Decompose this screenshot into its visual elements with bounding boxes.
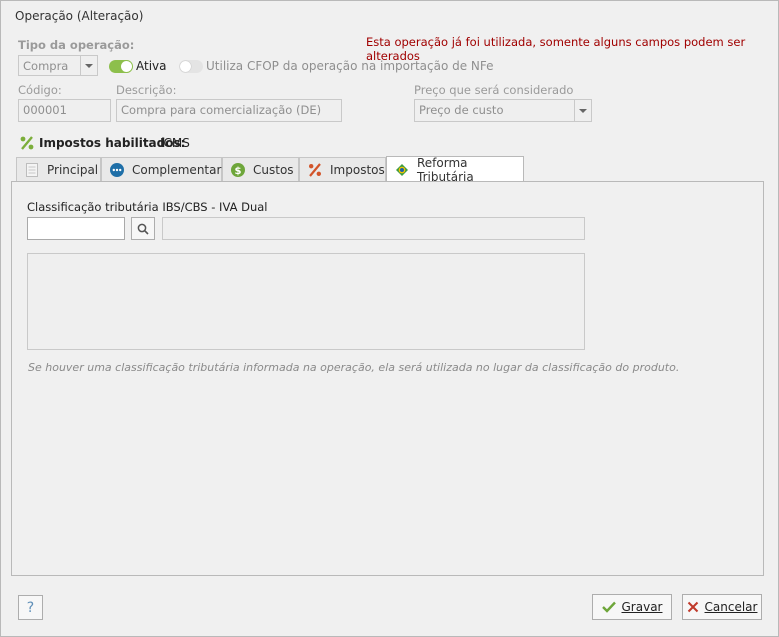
more-icon: [110, 162, 124, 177]
help-button[interactable]: ?: [18, 595, 43, 620]
chevron-down-icon[interactable]: [80, 56, 97, 75]
codigo-value: 000001: [23, 103, 67, 117]
tab-complementar[interactable]: Complementar: [101, 157, 222, 181]
chevron-down-icon[interactable]: [574, 100, 591, 121]
tab-complementar-label: Complementar: [132, 162, 222, 177]
ativa-label: Ativa: [136, 59, 167, 73]
codigo-field[interactable]: 000001: [18, 99, 111, 122]
descricao-value: Compra para comercialização (DE): [121, 103, 322, 117]
preco-label: Preço que será considerado: [414, 83, 574, 97]
tab-impostos[interactable]: Impostos: [299, 157, 386, 181]
document-icon: [25, 162, 39, 177]
tab-impostos-label: Impostos: [330, 162, 385, 177]
save-button[interactable]: Gravar: [592, 594, 672, 620]
cancel-label: Cancelar: [704, 600, 758, 614]
cfop-label: Utiliza CFOP da operação na importação d…: [206, 59, 494, 73]
help-label: ?: [26, 599, 35, 616]
window-title: Operação (Alteração): [15, 9, 144, 23]
ativa-toggle[interactable]: [109, 60, 133, 73]
percent-icon: [308, 162, 322, 177]
check-icon: [601, 601, 616, 613]
save-label: Gravar: [621, 600, 663, 614]
percent-icon: [19, 135, 35, 151]
descricao-field[interactable]: Compra para comercialização (DE): [116, 99, 342, 122]
tab-reforma-tributaria[interactable]: Reforma Tributária: [386, 155, 524, 184]
tab-custos[interactable]: $ Custos: [222, 157, 299, 181]
search-icon: [137, 223, 149, 235]
cancel-button[interactable]: Cancelar: [682, 594, 762, 620]
tab-custos-label: Custos: [253, 162, 294, 177]
codigo-label: Código:: [18, 83, 62, 97]
tipo-value: Compra: [23, 59, 69, 73]
search-button[interactable]: [131, 217, 155, 240]
svg-text:$: $: [235, 166, 242, 177]
classificacao-details-memo[interactable]: [27, 253, 585, 350]
preco-value: Preço de custo: [419, 103, 504, 117]
tab-principal-label: Principal: [47, 162, 99, 177]
classificacao-code-input[interactable]: [27, 217, 125, 240]
tipo-label: Tipo da operação:: [18, 38, 135, 52]
brazil-flag-icon: [395, 163, 409, 177]
dollar-icon: $: [231, 162, 245, 177]
tab-principal[interactable]: Principal: [16, 157, 101, 181]
classificacao-label: Classificação tributária IBS/CBS - IVA D…: [27, 200, 268, 214]
classificacao-description-field[interactable]: [162, 217, 585, 240]
descricao-label: Descrição:: [116, 83, 177, 97]
tab-panel-body: [12, 182, 763, 575]
impostos-value: ICMS: [160, 136, 190, 150]
tipo-select[interactable]: Compra: [18, 55, 98, 76]
close-icon: [687, 601, 698, 613]
tab-reforma-label: Reforma Tributária: [417, 155, 474, 184]
hint-text: Se houver uma classificação tributária i…: [28, 361, 680, 374]
cfop-toggle[interactable]: [179, 60, 203, 73]
preco-select[interactable]: Preço de custo: [414, 99, 592, 122]
